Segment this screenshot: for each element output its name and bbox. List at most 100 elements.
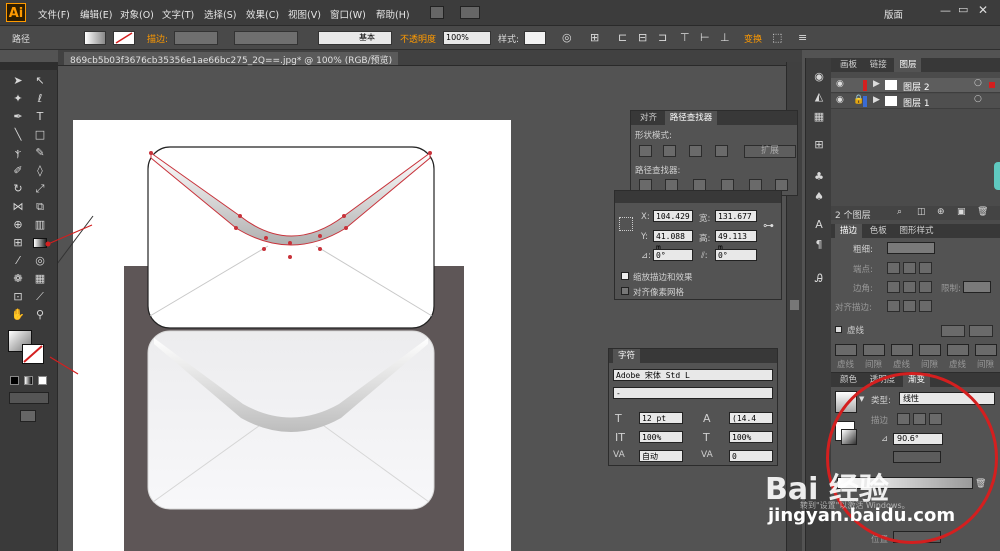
free-transform-tool-icon[interactable]: ⧉	[32, 200, 48, 214]
draw-mode-icons[interactable]	[9, 392, 49, 404]
width-field[interactable]: 131.677	[715, 210, 757, 222]
align-right-icon[interactable]: ⊐	[658, 31, 667, 44]
dash-preserve-icon[interactable]	[969, 325, 993, 337]
tab-color[interactable]: 颜色	[835, 373, 862, 387]
delete-layer-icon[interactable]: 🗑	[977, 207, 988, 217]
menu-effect[interactable]: 效果(C)	[246, 7, 279, 21]
line-tool-icon[interactable]: ╲	[10, 128, 26, 142]
side-tab-indicator[interactable]	[994, 162, 1000, 190]
paintbrush-tool-icon[interactable]: ⲯ	[10, 146, 26, 160]
stroke-label[interactable]: 描边:	[147, 32, 168, 45]
menu-file[interactable]: 文件(F)	[38, 7, 70, 21]
swatches-icon[interactable]: ▦	[811, 110, 827, 124]
font-size-field[interactable]: 12 pt	[639, 412, 683, 424]
tab-character[interactable]: 字符	[613, 349, 641, 363]
tab-layers[interactable]: 图层	[894, 58, 922, 72]
layer-name[interactable]: 图层 2	[903, 80, 930, 93]
eyedropper-tool-icon[interactable]: ⁄	[10, 254, 26, 268]
blend-tool-icon[interactable]: ◎	[32, 254, 48, 268]
fill-swatch[interactable]	[84, 31, 106, 45]
mesh-tool-icon[interactable]: ⊞	[10, 236, 26, 250]
color-guide-icon[interactable]: ◭	[811, 90, 827, 104]
color-panel-icon[interactable]: ◉	[811, 70, 827, 84]
vertical-scale-field[interactable]: 100%	[639, 431, 683, 443]
projecting-cap-icon[interactable]	[919, 262, 932, 274]
gradient-tool-icon[interactable]	[33, 238, 47, 248]
character-panel-icon[interactable]: A	[811, 218, 827, 232]
menu-view[interactable]: 视图(V)	[288, 7, 321, 21]
symbol-sprayer-tool-icon[interactable]: ❁	[10, 272, 26, 286]
blob-brush-tool-icon[interactable]: ✐	[10, 164, 26, 178]
unite-icon[interactable]	[639, 145, 652, 157]
kerning-field[interactable]: 0	[729, 450, 773, 462]
shear-field[interactable]: 0°	[715, 249, 757, 261]
recolor-icon[interactable]: ◎	[562, 31, 572, 44]
height-field[interactable]: 49.113 m	[715, 230, 757, 252]
intersect-icon[interactable]	[689, 145, 702, 157]
horizontal-scale-field[interactable]: 100%	[729, 431, 773, 443]
round-join-icon[interactable]	[903, 281, 916, 293]
eraser-tool-icon[interactable]: ◊	[32, 164, 48, 178]
tab-align[interactable]: 对齐	[635, 111, 662, 125]
tab-stroke[interactable]: 描边	[835, 224, 863, 238]
variable-width-dropdown[interactable]	[234, 31, 298, 45]
gap-field[interactable]	[919, 344, 941, 356]
font-style-dropdown[interactable]: -	[613, 387, 773, 399]
workspace-switcher[interactable]: 版面	[884, 7, 903, 21]
bridge-icon[interactable]	[430, 6, 444, 19]
x-field[interactable]: 104.429	[653, 210, 693, 222]
weight-dropdown[interactable]	[887, 242, 935, 254]
symbols-icon[interactable]: ♣	[811, 170, 827, 184]
dash-align-corners-icon[interactable]	[941, 325, 965, 337]
align-panel-icon[interactable]: ⊞	[811, 138, 827, 152]
none-mode-icon[interactable]	[38, 376, 47, 385]
align-middle-icon[interactable]: ⊢	[700, 31, 710, 44]
opacity-label[interactable]: 不透明度	[400, 32, 436, 45]
font-family-dropdown[interactable]: Adobe 宋体 Std L	[613, 369, 773, 381]
rotate-tool-icon[interactable]: ↻	[10, 182, 26, 196]
visibility-eye-icon[interactable]: ◉	[836, 95, 844, 105]
dash-field[interactable]	[891, 344, 913, 356]
target-icon[interactable]: ○	[974, 78, 982, 88]
tab-links[interactable]: 链接	[865, 58, 892, 72]
constrain-proportions-icon[interactable]: ⊶	[763, 219, 774, 232]
pen-tool-icon[interactable]: ✒	[10, 110, 26, 124]
direct-selection-tool-icon[interactable]: ↖	[32, 74, 48, 88]
document-tab[interactable]: 869cb5b03f3676cb35356e1ae66bc275_2Q==.jp…	[64, 52, 399, 66]
align-pixel-checkbox[interactable]	[621, 287, 629, 295]
artboard-tool-icon[interactable]: ⊡	[10, 290, 26, 304]
tab-pathfinder[interactable]: 路径查找器	[664, 111, 718, 125]
exclude-icon[interactable]	[715, 145, 728, 157]
reference-point-icon[interactable]	[619, 217, 633, 231]
expand-triangle-icon[interactable]: ▶	[873, 95, 880, 105]
layer-name[interactable]: 图层 1	[903, 96, 930, 109]
stroke-weight-field[interactable]	[174, 31, 218, 45]
align-grid-icon[interactable]: ⊞	[590, 31, 599, 44]
arrange-documents-icon[interactable]	[460, 6, 480, 19]
paragraph-panel-icon[interactable]: ¶	[811, 238, 827, 252]
close-button[interactable]: ✕	[978, 3, 988, 17]
new-layer-icon[interactable]: ▣	[957, 207, 966, 217]
selection-indicator[interactable]	[989, 82, 995, 88]
selection-tool-icon[interactable]: ➤	[10, 74, 26, 88]
stroke-color-box[interactable]	[22, 344, 44, 364]
graph-tool-icon[interactable]: ▥	[32, 218, 48, 232]
width-tool-icon[interactable]: ⋈	[10, 200, 26, 214]
minus-front-icon[interactable]	[663, 145, 676, 157]
opentype-icon[interactable]: Ꭿ	[811, 272, 827, 286]
locate-object-icon[interactable]: ⌕	[897, 207, 902, 217]
maximize-button[interactable]: ▭	[958, 3, 968, 16]
tab-graphic-styles[interactable]: 图形样式	[894, 224, 938, 238]
gap-field[interactable]	[863, 344, 885, 356]
scale-strokes-checkbox[interactable]	[621, 272, 629, 280]
zoom-tool-icon[interactable]: ⚲	[32, 308, 48, 322]
align-left-icon[interactable]: ⊏	[618, 31, 627, 44]
butt-cap-icon[interactable]	[887, 262, 900, 274]
brushes-icon[interactable]: ♠	[811, 190, 827, 204]
align-center-stroke-icon[interactable]	[887, 300, 900, 312]
limit-field[interactable]	[963, 281, 991, 293]
align-inside-stroke-icon[interactable]	[903, 300, 916, 312]
dash-field[interactable]	[835, 344, 857, 356]
tracking-field[interactable]: 自动	[639, 450, 683, 462]
rotate-field[interactable]: 0°	[653, 249, 693, 261]
